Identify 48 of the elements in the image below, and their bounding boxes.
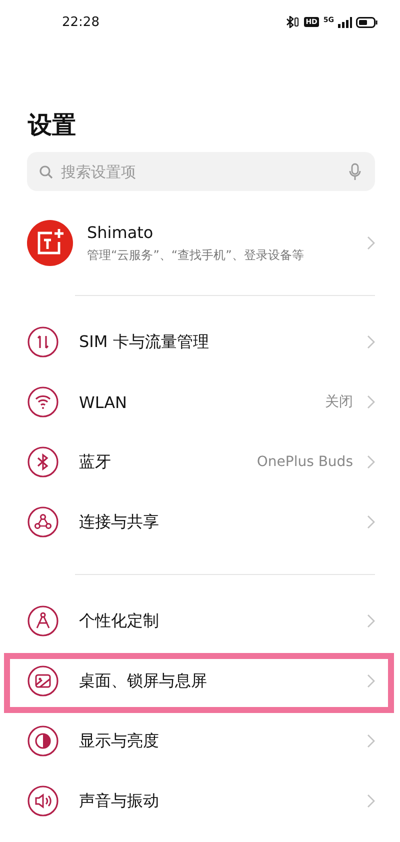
- item-label: 连接与共享: [79, 512, 160, 532]
- compass-icon: [27, 605, 59, 637]
- chevron-icon: [367, 455, 375, 469]
- item-label: WLAN: [79, 392, 128, 412]
- settings-item[interactable]: 桌面、锁屏与息屏: [0, 651, 400, 711]
- bluetooth-icon: [286, 16, 300, 28]
- settings-item[interactable]: SIM 卡与流量管理: [0, 312, 400, 372]
- chevron-icon: [367, 515, 375, 529]
- wallpaper-icon: [27, 665, 59, 697]
- chevron-icon: [367, 734, 375, 748]
- item-value: OnePlus Buds: [256, 454, 353, 470]
- share-icon: [27, 506, 59, 538]
- signal-icon: [338, 16, 352, 28]
- contrast-icon: [27, 725, 59, 757]
- item-label: SIM 卡与流量管理: [79, 332, 210, 352]
- bluetooth-icon: [27, 446, 59, 478]
- chevron-icon: [367, 614, 375, 628]
- microphone-icon[interactable]: [349, 162, 361, 180]
- settings-item[interactable]: 显示与亮度: [0, 711, 400, 771]
- search-icon: [39, 164, 53, 178]
- logo-icon: [27, 220, 73, 266]
- search-field[interactable]: 搜索设置项: [27, 152, 375, 191]
- item-label: 个性化定制: [79, 610, 160, 632]
- settings-item[interactable]: 声音与振动: [0, 771, 400, 831]
- speaker-icon: [27, 785, 59, 817]
- status-time: 22:28: [62, 14, 100, 30]
- chevron-icon: [367, 335, 375, 349]
- item-label: 蓝牙: [79, 452, 112, 472]
- settings-item[interactable]: WLAN 关闭: [0, 372, 400, 432]
- page-title: 设置: [28, 110, 77, 140]
- chevron-icon: [367, 674, 375, 688]
- account-row[interactable]: Shimato 管理“云服务”、“查找手机”、登录设备等: [27, 213, 375, 273]
- battery-icon: [356, 16, 378, 28]
- settings-item[interactable]: 蓝牙 OnePlus Buds: [0, 432, 400, 492]
- chevron-icon: [367, 395, 375, 409]
- sim-data-icon: [27, 326, 59, 358]
- item-label: 声音与振动: [79, 790, 160, 812]
- item-label: 显示与亮度: [79, 730, 160, 752]
- chevron-icon: [367, 236, 375, 250]
- item-label: 桌面、锁屏与息屏: [79, 670, 208, 692]
- chevron-icon: [367, 794, 375, 808]
- account-name: Shimato: [87, 222, 154, 242]
- search-input[interactable]: 搜索设置项: [61, 162, 341, 180]
- item-value: 关闭: [325, 393, 353, 411]
- wifi-icon: [27, 386, 59, 418]
- settings-item[interactable]: 个性化定制: [0, 591, 400, 651]
- account-subtitle: 管理“云服务”、“查找手机”、登录设备等: [87, 246, 305, 264]
- settings-item[interactable]: 连接与共享: [0, 492, 400, 552]
